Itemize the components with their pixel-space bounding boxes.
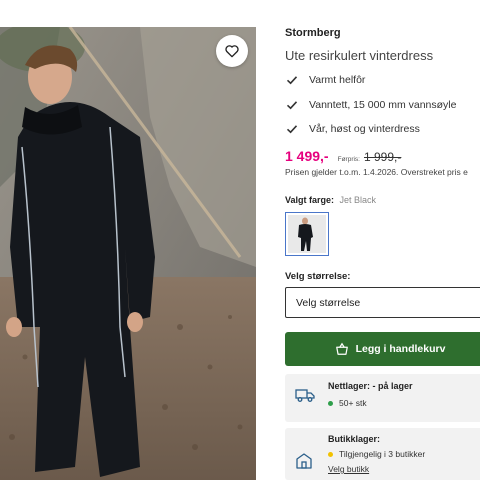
online-stock-detail: 50+ stk	[328, 398, 367, 408]
heart-icon	[224, 43, 240, 59]
color-swatch-jet-black[interactable]	[285, 212, 329, 256]
size-label: Velg størrelse:	[285, 271, 351, 282]
check-icon	[285, 73, 299, 87]
feature-label: Vanntett, 15 000 mm vannsøyle	[309, 98, 457, 111]
feature-item: Vår, høst og vinterdress	[285, 117, 456, 142]
previous-price: 1 999,-	[363, 150, 402, 164]
feature-label: Varmt helfôr	[309, 74, 366, 87]
store-stock-title: Butikklager:	[328, 434, 381, 444]
online-stock-title: Nettlager: - på lager	[328, 381, 413, 391]
store-stock-panel: Butikklager: Tilgjengelig i 3 butikker V…	[285, 428, 480, 480]
brand-name[interactable]: Stormberg	[285, 27, 341, 39]
price-row: 1 499,- Førpris: 1 999,-	[285, 148, 401, 164]
online-stock-panel: Nettlager: - på lager 50+ stk	[285, 374, 480, 422]
swatch-thumbnail	[288, 215, 326, 253]
color-label: Valgt farge:	[285, 195, 335, 205]
choose-store-link[interactable]: Velg butikk	[328, 464, 369, 474]
selected-color: Valgt farge: Jet Black	[285, 195, 376, 205]
favorite-button[interactable]	[216, 35, 248, 67]
add-to-cart-label: Legg i handlekurv	[355, 343, 446, 355]
product-title: Ute resirkulert vinterdress	[285, 48, 434, 63]
previous-price-label: Førpris:	[337, 156, 360, 163]
product-image[interactable]	[0, 27, 256, 480]
online-stock-count: 50+ stk	[339, 398, 367, 408]
size-select[interactable]: Velg størrelse	[285, 287, 480, 318]
current-price: 1 499,-	[285, 148, 329, 164]
add-to-cart-button[interactable]: Legg i handlekurv	[285, 332, 480, 366]
in-stock-dot	[328, 400, 333, 406]
availability-dot	[328, 451, 333, 457]
check-icon	[285, 122, 299, 136]
delivery-truck-icon	[295, 387, 315, 408]
color-value: Jet Black	[339, 195, 377, 205]
feature-item: Vanntett, 15 000 mm vannsøyle	[285, 93, 456, 118]
feature-list: Varmt helfôr Vanntett, 15 000 mm vannsøy…	[285, 68, 456, 142]
store-icon	[295, 452, 313, 475]
feature-item: Varmt helfôr	[285, 68, 456, 93]
feature-label: Vår, høst og vinterdress	[309, 123, 420, 136]
price-note: Prisen gjelder t.o.m. 1.4.2026. Overstre…	[285, 167, 468, 177]
size-select-value: Velg størrelse	[296, 296, 361, 309]
store-availability: Tilgjengelig i 3 butikker	[339, 449, 426, 459]
store-stock-detail: Tilgjengelig i 3 butikker	[328, 449, 425, 459]
check-icon	[285, 98, 299, 112]
shopping-bag-icon	[335, 342, 349, 356]
